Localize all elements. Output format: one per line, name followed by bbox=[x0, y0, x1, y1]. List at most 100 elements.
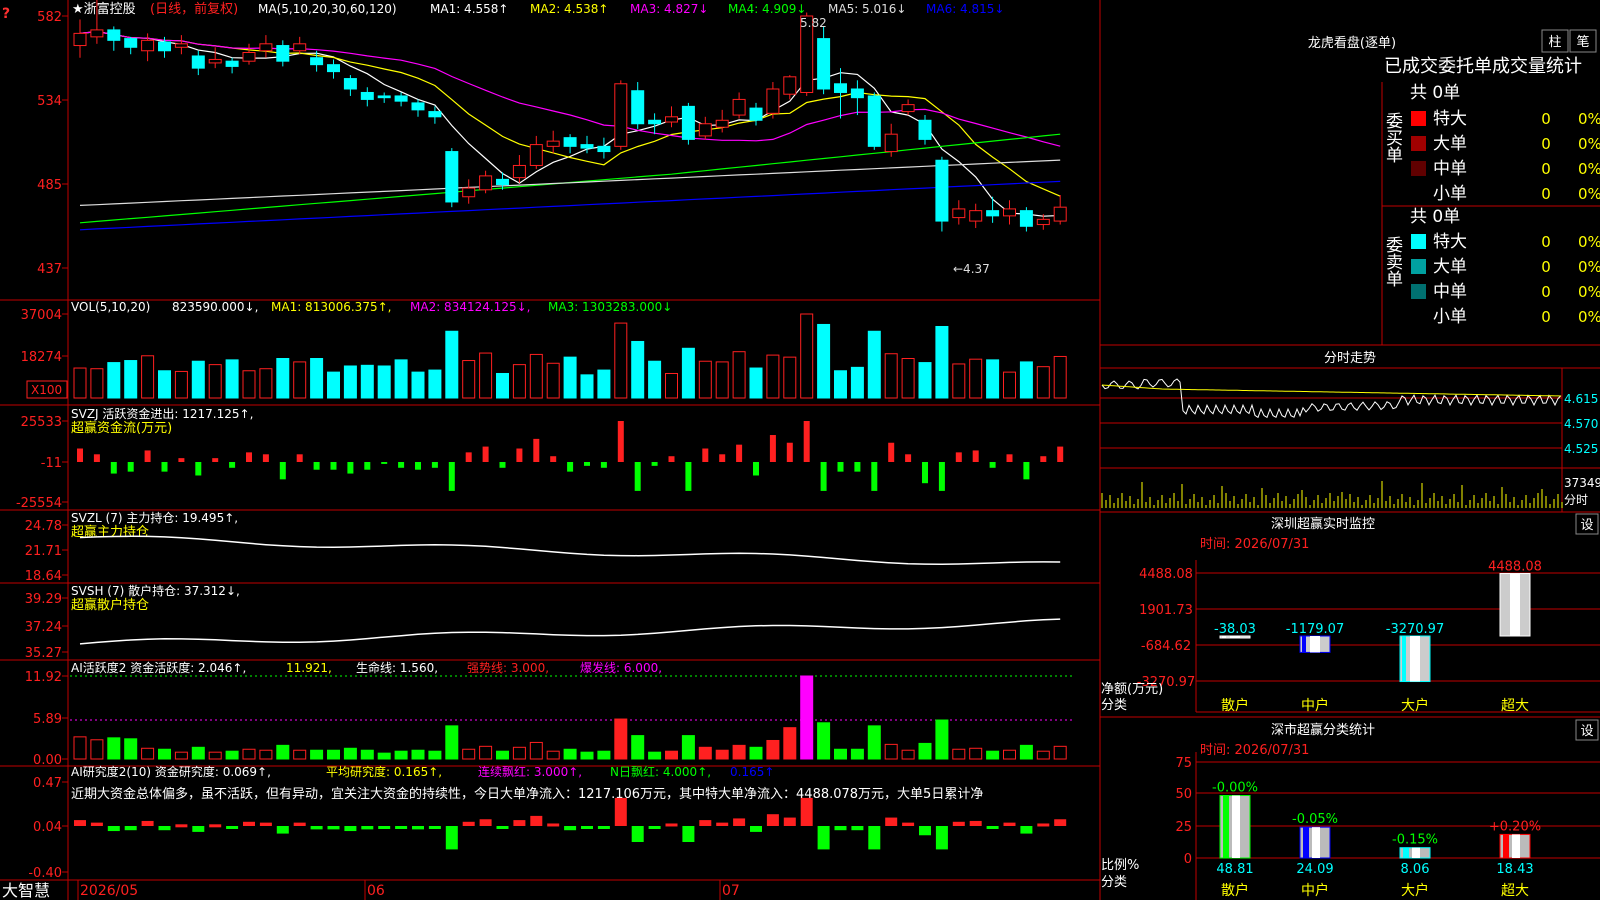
ai-study-bar bbox=[631, 826, 644, 843]
candle-body bbox=[293, 43, 307, 52]
volume-bar bbox=[529, 353, 543, 399]
ai2-bar bbox=[343, 747, 357, 760]
svzj-bar bbox=[127, 462, 134, 472]
ai-study-bar bbox=[902, 822, 915, 826]
ai-study-bar bbox=[496, 826, 509, 829]
candle-body bbox=[732, 98, 746, 116]
svzj-bar bbox=[195, 462, 202, 476]
ai2-bar bbox=[597, 750, 611, 760]
ai-commentary: 近期大资金总体偏多，虽不活跃，但有异动，宜关注大资金的持续性，今日大单净流入：1… bbox=[71, 786, 983, 802]
ai-study-bar bbox=[581, 826, 593, 829]
svzl-line bbox=[79, 535, 1061, 565]
volume-bar bbox=[681, 347, 695, 399]
ai2-bar bbox=[698, 746, 712, 760]
sell-row-count: 0 bbox=[1541, 258, 1551, 276]
buy-row-count: 0 bbox=[1541, 135, 1551, 153]
stock-title[interactable]: ★浙富控股 bbox=[72, 1, 136, 17]
volume-bar bbox=[445, 330, 459, 399]
class-title: 深市超赢分类统计 bbox=[1271, 722, 1375, 738]
ai2-bar bbox=[969, 747, 983, 760]
svsh-y-axis: 39.29 37.24 35.27 bbox=[25, 592, 68, 661]
svzj-bar bbox=[262, 454, 269, 462]
ai-study-bar bbox=[412, 826, 424, 830]
vol-y-axis: 37004 18274 bbox=[21, 308, 68, 365]
ai2-bar bbox=[174, 751, 188, 760]
monitor-settings-label[interactable]: 设 bbox=[1580, 518, 1593, 533]
ai-study-bar bbox=[226, 826, 239, 829]
pen-mode-label[interactable]: 笔 bbox=[1576, 34, 1589, 50]
svzj-bar bbox=[516, 448, 523, 462]
class-tick: 25 bbox=[1175, 820, 1192, 835]
monitor-category: 中户 bbox=[1301, 697, 1329, 714]
candle-body bbox=[952, 208, 966, 219]
ai-study-bar bbox=[158, 826, 171, 831]
candle-body bbox=[343, 78, 357, 90]
ai2-bar bbox=[225, 750, 239, 760]
ai2-bar bbox=[817, 722, 831, 760]
ai-study-bar bbox=[141, 820, 154, 826]
svsh-sub: 超赢散户持仓 bbox=[71, 597, 149, 613]
ai2-bar bbox=[884, 743, 898, 760]
ai-study-bar bbox=[986, 826, 999, 829]
svzj-bar bbox=[955, 452, 962, 462]
ai2-bar bbox=[360, 749, 374, 760]
monitor-tick: 4488.08 bbox=[1139, 567, 1193, 582]
class-settings-label[interactable]: 设 bbox=[1580, 724, 1593, 739]
class-value: 18.43 bbox=[1496, 862, 1533, 877]
svzj-bar bbox=[77, 448, 83, 462]
ai2-bar bbox=[783, 727, 797, 760]
volume-bar bbox=[1019, 361, 1033, 399]
ai-study-bar bbox=[378, 826, 391, 829]
ai-study-bar bbox=[597, 826, 610, 829]
volume-bar bbox=[969, 358, 983, 399]
ai2-bar bbox=[935, 719, 949, 760]
menu-question-icon[interactable]: ? bbox=[2, 6, 10, 22]
volume-bar bbox=[310, 358, 324, 399]
candle-body bbox=[124, 38, 138, 48]
ai-study-bar bbox=[107, 826, 120, 832]
ma-legend-item: MA6: 4.815↓ bbox=[926, 2, 1004, 16]
y-tick-label: 35.27 bbox=[25, 646, 62, 661]
svzj-bar bbox=[600, 462, 607, 468]
candle-body bbox=[884, 133, 898, 153]
ai-study-bar bbox=[310, 826, 323, 830]
volume-bar bbox=[174, 370, 188, 399]
ai-study-bar bbox=[175, 824, 188, 828]
price-y-axis: 582 534 485 437 bbox=[37, 10, 68, 277]
svzj-bar bbox=[364, 462, 371, 470]
ai2-bar bbox=[1019, 744, 1033, 760]
ai2-bar bbox=[563, 748, 577, 760]
svzj-bar bbox=[1040, 456, 1047, 462]
volume-bar bbox=[141, 355, 155, 399]
ai2-bar bbox=[901, 749, 915, 760]
monitor-cat-label: 分类 bbox=[1101, 698, 1127, 713]
y-tick-label: -0.40 bbox=[28, 866, 62, 881]
svzj-bar bbox=[229, 462, 236, 468]
volume-bar bbox=[360, 364, 374, 399]
svzj-bar bbox=[584, 462, 590, 466]
ai2-bar bbox=[648, 751, 662, 760]
candle-body bbox=[411, 102, 425, 111]
volume-bar bbox=[935, 325, 949, 399]
svzj-bar bbox=[398, 462, 405, 468]
period-mode[interactable]: (日线，前复权) bbox=[150, 1, 238, 17]
ai-study-bar bbox=[395, 826, 408, 829]
bar-mode-label[interactable]: 柱 bbox=[1548, 35, 1561, 50]
candle-body bbox=[1053, 206, 1067, 222]
sell-row-count: 0 bbox=[1541, 283, 1551, 301]
volume-bar bbox=[749, 367, 763, 399]
ai2-bar bbox=[90, 739, 104, 760]
class-bar-edge bbox=[1503, 834, 1509, 858]
svzj-bar bbox=[769, 435, 776, 462]
vol-unit[interactable]: X100 bbox=[31, 383, 62, 397]
buy-row-pct: 0% bbox=[1578, 110, 1600, 128]
candle-body bbox=[546, 140, 560, 147]
ai2-bar bbox=[512, 746, 526, 760]
sell-row-pct: 0% bbox=[1578, 258, 1600, 276]
volume-bar bbox=[259, 368, 273, 399]
y-tick-label: 11.92 bbox=[25, 670, 62, 685]
brand-logo[interactable]: 大智慧 bbox=[2, 881, 50, 900]
svzj-bar bbox=[634, 462, 641, 491]
lhb-title: 龙虎看盘(逐单) bbox=[1308, 35, 1396, 51]
svzj-bar bbox=[651, 462, 658, 466]
